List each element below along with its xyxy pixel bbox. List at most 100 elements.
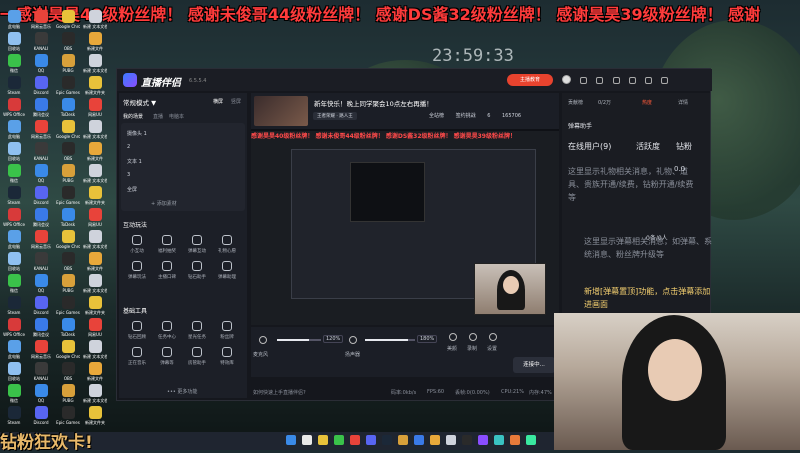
desktop-icon[interactable]: 新建文件夹 [83,406,107,425]
taskbar-app-icon[interactable] [318,435,328,445]
stream-title[interactable]: 新年快乐！晚上同学聚会10点左右再播！ [314,98,433,108]
record-label[interactable]: 录制 [467,345,477,352]
desktop-icon[interactable]: OBS [56,252,80,271]
desktop-icon[interactable]: OBS [56,32,80,51]
tool-button[interactable]: 钻石回顾 [125,321,149,340]
desktop-icon[interactable]: 此电脑 [2,10,26,29]
taskbar-app-icon[interactable] [510,435,520,445]
tab-heat[interactable]: 热度 [642,99,652,106]
stream-cover[interactable] [254,96,308,126]
desktop-icon[interactable]: 新建 文本文档 [83,230,107,249]
tab-details[interactable]: 详情 [678,99,688,106]
taskbar-app-icon[interactable] [494,435,504,445]
desktop-icon[interactable]: ToDesk [56,98,80,117]
desktop-icon[interactable]: 新建 文本文档 [83,54,107,73]
tool-button[interactable]: 弹幕玩法 [125,261,149,280]
desktop-icon[interactable]: 网易UU [83,318,107,337]
diamond-fans-tab[interactable]: 钻粉 [676,141,692,152]
desktop-icon[interactable]: PUBG [56,54,80,73]
taskbar-app-icon[interactable] [366,435,376,445]
tool-button[interactable]: 弹幕等 [155,347,179,366]
skin-icon[interactable] [612,77,620,84]
activity-tab[interactable]: 活跃度 [636,141,660,152]
desktop-icon[interactable]: Google Chrome [56,230,80,249]
desktop-icon[interactable]: 回收站 [2,32,26,51]
taskbar-app-icon[interactable] [478,435,488,445]
desktop-icon[interactable]: 网易云音乐 [29,230,53,249]
desktop-icon[interactable]: 新建文件 [83,252,107,271]
tool-button[interactable]: 正在音乐 [125,347,149,366]
taskbar-app-icon[interactable] [430,435,440,445]
mic-slider[interactable] [277,339,321,341]
desktop-icon[interactable]: 网易云音乐 [29,340,53,359]
desktop-icon[interactable]: 网易UU [83,98,107,117]
desktop-icon[interactable]: QQ [29,384,53,403]
desktop-icon[interactable]: QQ [29,274,53,293]
desktop-icon[interactable]: WPS Office [2,208,26,227]
close-icon[interactable] [661,77,669,84]
desktop-icon[interactable]: Discord [29,76,53,95]
landscape-toggle[interactable]: 横屏 [213,98,223,105]
desktop-icon[interactable]: Steam [2,406,26,425]
taskbar-app-icon[interactable] [302,435,312,445]
desktop-icon[interactable]: 回收站 [2,362,26,381]
taskbar-app-icon[interactable] [446,435,456,445]
scene-item[interactable]: 全屏 [127,186,137,193]
online-users-tab[interactable]: 在线用户(9) [568,141,611,152]
desktop-icon[interactable]: Epic Games [56,296,80,315]
desktop-icon[interactable]: 腾讯会议 [29,208,53,227]
desktop-icon[interactable]: Epic Games [56,76,80,95]
taskbar-app-icon[interactable] [382,435,392,445]
desktop-icon[interactable]: 新建文件 [83,142,107,161]
tab-my-scenes[interactable]: 我的场景 [123,113,143,120]
desktop-icon[interactable]: WPS Office [2,318,26,337]
desktop-icon[interactable]: 网易云音乐 [29,10,53,29]
desktop-icon[interactable]: Steam [2,76,26,95]
challenge-label[interactable]: 签约挑战 [456,113,476,119]
desktop-icon[interactable]: Epic Games [56,186,80,205]
desktop-icon[interactable]: 新建 文本文档 [83,274,107,293]
desktop-icon[interactable]: 此电脑 [2,120,26,139]
desktop-icon[interactable]: KANALI [29,362,53,381]
tool-button[interactable]: 弹幕助理 [215,261,239,280]
tool-button[interactable]: 粉丝牌 [215,321,239,340]
desktop-icon[interactable]: PUBG [56,384,80,403]
scene-item[interactable]: 2 [127,144,130,150]
tool-button[interactable]: 任务中心 [155,321,179,340]
stream-category[interactable]: 王者荣耀 · 路人王 [313,112,357,120]
settings-label[interactable]: 设置 [487,345,497,352]
desktop-icon[interactable]: PUBG [56,164,80,183]
desktop-icon[interactable]: 网易UU [83,208,107,227]
desktop-icon[interactable]: 新建 文本文档 [83,120,107,139]
tool-button[interactable]: 钻石助手 [185,261,209,280]
taskbar-app-icon[interactable] [350,435,360,445]
desktop-icon[interactable]: Steam [2,296,26,315]
desktop-icon[interactable]: 新建文件夹 [83,76,107,95]
scene-item[interactable]: 摄像头 1 [127,130,147,137]
tool-button[interactable]: 小互动 [125,235,149,254]
tool-button[interactable]: 主播口碑 [155,261,179,280]
desktop-icon[interactable]: WPS Office [2,98,26,117]
speaker-slider[interactable] [365,339,415,341]
menu-icon[interactable] [628,77,636,84]
desktop-icon[interactable]: OBS [56,362,80,381]
desktop-icon[interactable]: ToDesk [56,208,80,227]
tool-button[interactable]: 礼物心愿 [215,235,239,254]
desktop-icon[interactable]: Discord [29,406,53,425]
desktop-icon[interactable]: QQ [29,164,53,183]
desktop-icon[interactable]: Google Chrome [56,120,80,139]
taskbar-app-icon[interactable] [334,435,344,445]
desktop-icon[interactable]: 此电脑 [2,230,26,249]
speaker-icon[interactable] [349,336,357,344]
taskbar-app-icon[interactable] [462,435,472,445]
desktop-icon[interactable]: 新建文件夹 [83,296,107,315]
start-live-button[interactable]: 连接中... [513,357,555,373]
taskbar-app-icon[interactable] [526,435,536,445]
desktop-icon[interactable]: 回收站 [2,252,26,271]
desktop-icon[interactable]: 回收站 [2,142,26,161]
tool-button[interactable]: 房管助手 [185,347,209,366]
mic-icon[interactable] [259,336,267,344]
tool-button[interactable]: 弹幕互动 [185,235,209,254]
help-link[interactable]: 如何快速上手直播伴侣? [253,389,306,396]
desktop-icon[interactable]: KANALI [29,32,53,51]
